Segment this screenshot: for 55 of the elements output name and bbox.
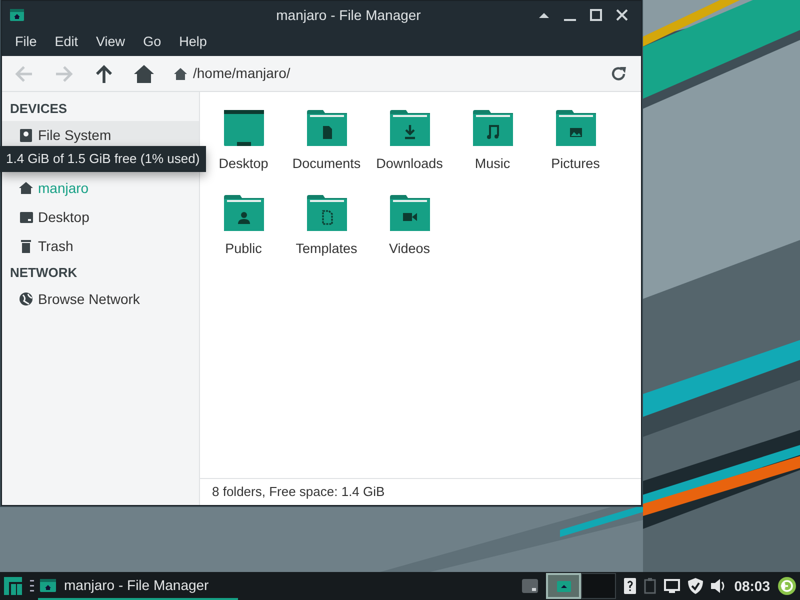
folder-item[interactable]: Pictures bbox=[534, 106, 617, 191]
home-icon bbox=[133, 62, 155, 84]
app-icon bbox=[40, 578, 56, 592]
menu-item[interactable]: Edit bbox=[46, 30, 88, 55]
clock[interactable]: 08:03 bbox=[734, 576, 770, 596]
start-menu-icon[interactable] bbox=[4, 577, 22, 595]
sidebar-item[interactable]: Browse Network bbox=[2, 285, 199, 314]
download-folder-icon bbox=[390, 110, 430, 146]
shade-icon bbox=[539, 12, 549, 18]
shield-icon[interactable] bbox=[688, 578, 704, 594]
section-heading: DEVICES bbox=[9, 100, 68, 118]
app-icon bbox=[10, 9, 24, 21]
folder-item[interactable]: Videos bbox=[368, 191, 451, 276]
clipboard-help-icon[interactable] bbox=[624, 578, 636, 594]
section-heading: NETWORK bbox=[9, 264, 78, 282]
window-title: manjaro - File Manager bbox=[275, 6, 422, 25]
desktop-icon[interactable] bbox=[522, 579, 538, 593]
status-text: 8 folders, Free space: 1.4 GiB bbox=[200, 478, 641, 505]
folder-item[interactable]: Documents bbox=[285, 106, 368, 191]
menu-item[interactable]: File bbox=[6, 30, 46, 55]
clipboard-icon[interactable] bbox=[644, 578, 656, 594]
menu-item[interactable]: Help bbox=[170, 30, 216, 55]
folder-item[interactable]: Downloads bbox=[368, 106, 451, 191]
folder-icon bbox=[224, 110, 264, 146]
workspace-button[interactable] bbox=[546, 573, 582, 599]
drive-icon bbox=[19, 128, 33, 143]
minimize-icon bbox=[564, 19, 576, 21]
app-icon bbox=[556, 580, 571, 592]
person-folder-icon bbox=[224, 195, 264, 231]
sidebar-item[interactable]: Desktop bbox=[2, 203, 199, 232]
handle-icon[interactable] bbox=[30, 580, 34, 592]
folder-item[interactable]: Templates bbox=[285, 191, 368, 276]
power-icon[interactable] bbox=[778, 577, 796, 595]
video-folder-icon bbox=[390, 195, 430, 231]
sidebar-item[interactable]: Trash bbox=[2, 232, 199, 261]
template-folder-icon bbox=[306, 195, 346, 231]
menu-item[interactable]: View bbox=[87, 30, 134, 55]
close-icon bbox=[616, 9, 628, 21]
home-icon bbox=[19, 181, 33, 196]
tooltip: 1.4 GiB of 1.5 GiB free (1% used) bbox=[0, 146, 206, 172]
document-folder-icon bbox=[306, 110, 346, 146]
maximize-icon bbox=[590, 9, 602, 21]
taskbar-button[interactable]: manjaro - File Manager bbox=[38, 572, 238, 600]
trash-icon bbox=[19, 239, 33, 254]
folder-item[interactable]: Music bbox=[451, 106, 534, 191]
desktop-icon bbox=[19, 210, 33, 225]
home-icon bbox=[174, 68, 187, 80]
reload-icon bbox=[610, 64, 628, 82]
folder-item[interactable]: Public bbox=[202, 191, 285, 276]
volume-icon[interactable] bbox=[711, 579, 726, 593]
music-folder-icon bbox=[472, 110, 512, 146]
pictures-folder-icon bbox=[556, 110, 596, 146]
display-icon[interactable] bbox=[664, 579, 680, 593]
globe-icon bbox=[19, 292, 33, 307]
menu-item[interactable]: Go bbox=[134, 30, 170, 55]
